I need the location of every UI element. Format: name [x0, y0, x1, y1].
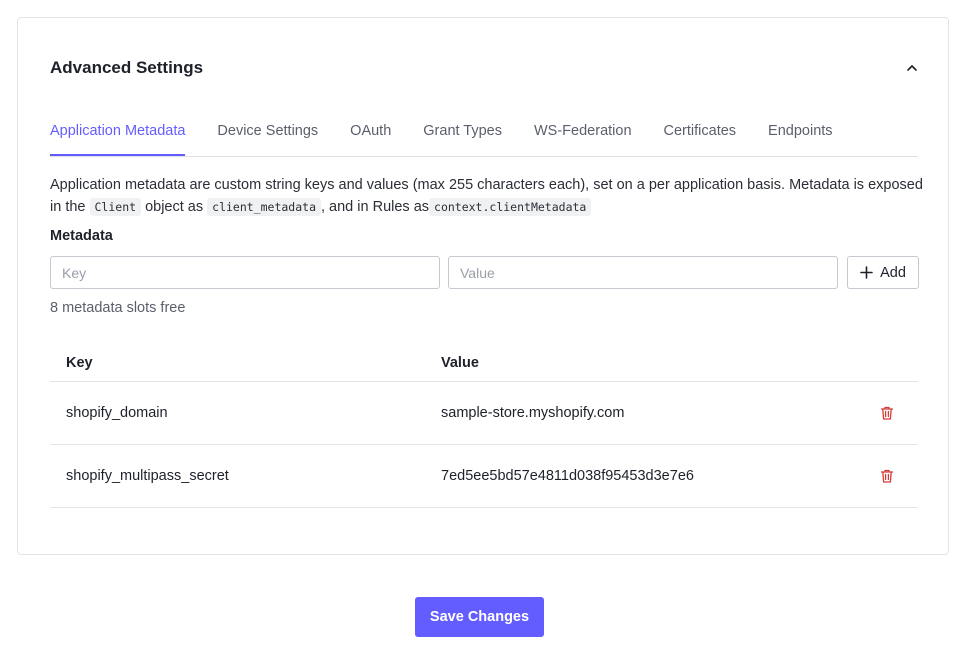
description-text: object as	[141, 199, 208, 215]
table-row: shopify_multipass_secret 7ed5ee5bd57e481…	[50, 445, 918, 508]
table-header-row: Key Value	[50, 344, 918, 382]
trash-icon[interactable]	[879, 468, 895, 484]
column-header-value: Value	[441, 354, 479, 371]
metadata-table: Key Value shopify_domain sample-store.my…	[50, 344, 918, 508]
column-header-key: Key	[66, 354, 93, 371]
section-title: Advanced Settings	[50, 58, 204, 77]
add-button-label: Add	[880, 264, 906, 281]
row-key: shopify_multipass_secret	[66, 468, 229, 484]
row-value: sample-store.myshopify.com	[441, 405, 625, 421]
tab-certificates[interactable]: Certificates	[664, 116, 737, 155]
metadata-value-input[interactable]	[448, 256, 838, 289]
row-key: shopify_domain	[66, 405, 168, 421]
tab-application-metadata[interactable]: Application Metadata	[50, 116, 186, 156]
code-context-client-metadata: context.clientMetadata	[429, 198, 592, 216]
chevron-up-icon[interactable]	[904, 60, 920, 76]
settings-tabs: Application Metadata Device Settings OAu…	[50, 116, 918, 157]
trash-icon[interactable]	[879, 405, 895, 421]
metadata-description: Application metadata are custom string k…	[50, 174, 925, 218]
tab-ws-federation[interactable]: WS-Federation	[534, 116, 632, 155]
save-changes-button[interactable]: Save Changes	[415, 597, 544, 637]
slots-free-text: 8 metadata slots free	[50, 300, 186, 316]
plus-icon	[860, 266, 873, 279]
metadata-label: Metadata	[50, 228, 113, 244]
tab-endpoints[interactable]: Endpoints	[768, 116, 833, 155]
tab-grant-types[interactable]: Grant Types	[423, 116, 502, 155]
tab-oauth[interactable]: OAuth	[350, 116, 391, 155]
code-client: Client	[89, 198, 142, 216]
row-value: 7ed5ee5bd57e4811d038f95453d3e7e6	[441, 468, 694, 484]
code-client-metadata: client_metadata	[207, 198, 321, 216]
metadata-key-input[interactable]	[50, 256, 440, 289]
add-metadata-button[interactable]: Add	[847, 256, 919, 289]
table-row: shopify_domain sample-store.myshopify.co…	[50, 382, 918, 445]
advanced-settings-card: Advanced Settings Application Metadata D…	[17, 17, 949, 555]
description-text: , and in Rules as	[321, 199, 430, 215]
tab-device-settings[interactable]: Device Settings	[217, 116, 318, 155]
